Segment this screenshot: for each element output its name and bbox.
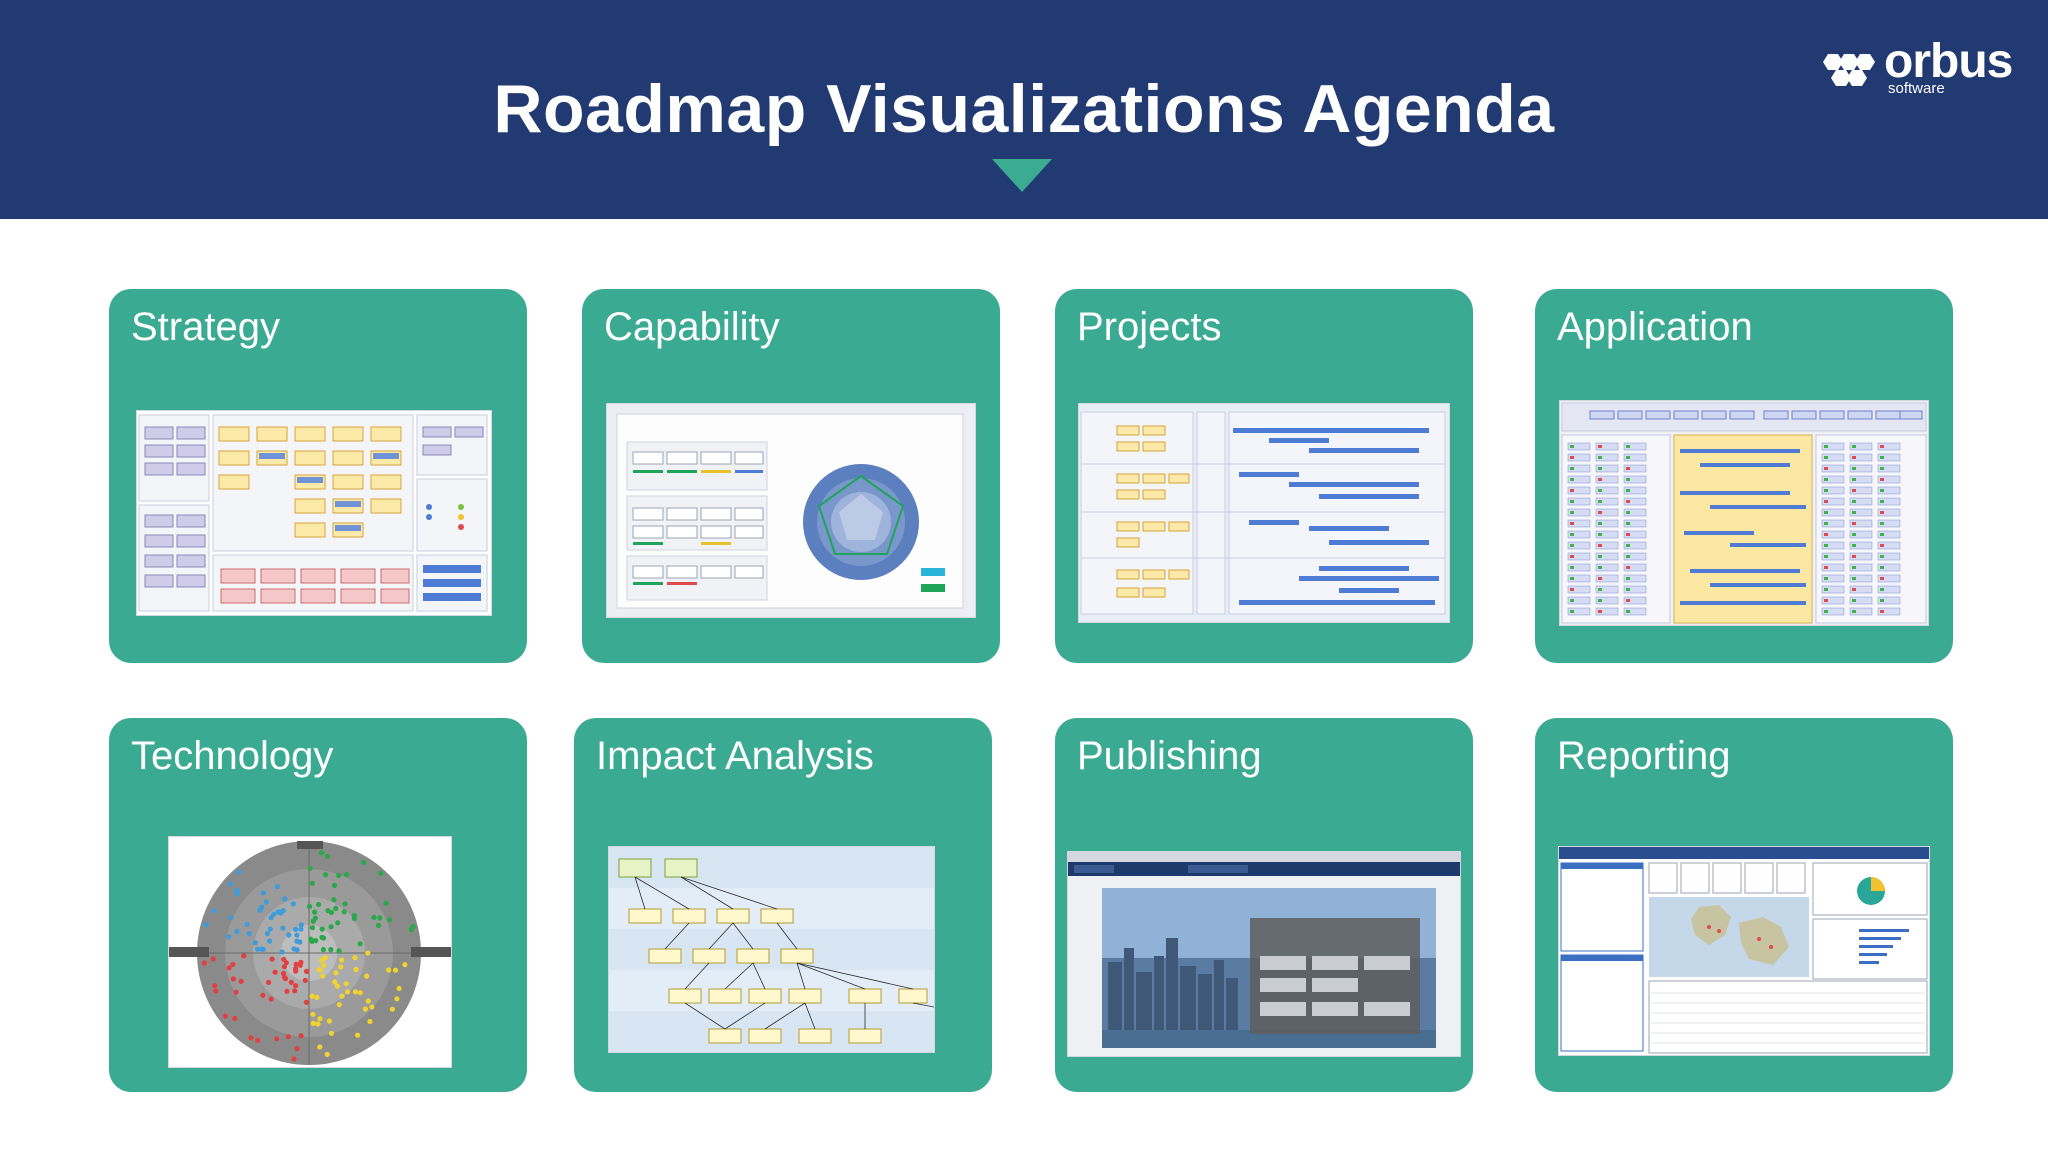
- strategy-diagram-thumbnail: [137, 411, 491, 615]
- card-publishing[interactable]: Publishing: [1055, 718, 1473, 1092]
- card-impact-analysis[interactable]: Impact Analysis: [574, 718, 992, 1092]
- technology-radar-thumbnail: [169, 837, 451, 1067]
- card-title: Reporting: [1557, 734, 1731, 778]
- capability-radar-thumbnail: [607, 404, 975, 617]
- card-title: Strategy: [131, 305, 280, 349]
- slide-header: Roadmap Visualizations Agenda orbus soft…: [0, 0, 2048, 219]
- card-title: Projects: [1077, 305, 1222, 349]
- card-title: Capability: [604, 305, 780, 349]
- honeycomb-icon: [1823, 54, 1875, 86]
- card-capability[interactable]: Capability: [582, 289, 1000, 663]
- card-application[interactable]: Application: [1535, 289, 1953, 663]
- card-projects[interactable]: Projects: [1055, 289, 1473, 663]
- slide-title: Roadmap Visualizations Agenda: [493, 71, 1555, 147]
- impact-analysis-thumbnail: [609, 847, 934, 1052]
- card-title: Publishing: [1077, 734, 1262, 778]
- card-title: Technology: [131, 734, 334, 778]
- card-title: Impact Analysis: [596, 734, 874, 778]
- down-triangle-icon: [992, 159, 1052, 192]
- card-reporting[interactable]: Reporting: [1535, 718, 1953, 1092]
- card-title: Application: [1557, 305, 1753, 349]
- card-technology[interactable]: Technology: [109, 718, 527, 1092]
- reporting-dashboard-thumbnail: [1559, 847, 1929, 1055]
- projects-gantt-thumbnail: [1079, 404, 1449, 622]
- publishing-portal-thumbnail: [1068, 852, 1460, 1056]
- card-strategy[interactable]: Strategy: [109, 289, 527, 663]
- application-roadmap-thumbnail: [1560, 401, 1928, 625]
- logo-subtext: software: [1888, 80, 1945, 97]
- orbus-logo: orbus software: [1822, 35, 2013, 100]
